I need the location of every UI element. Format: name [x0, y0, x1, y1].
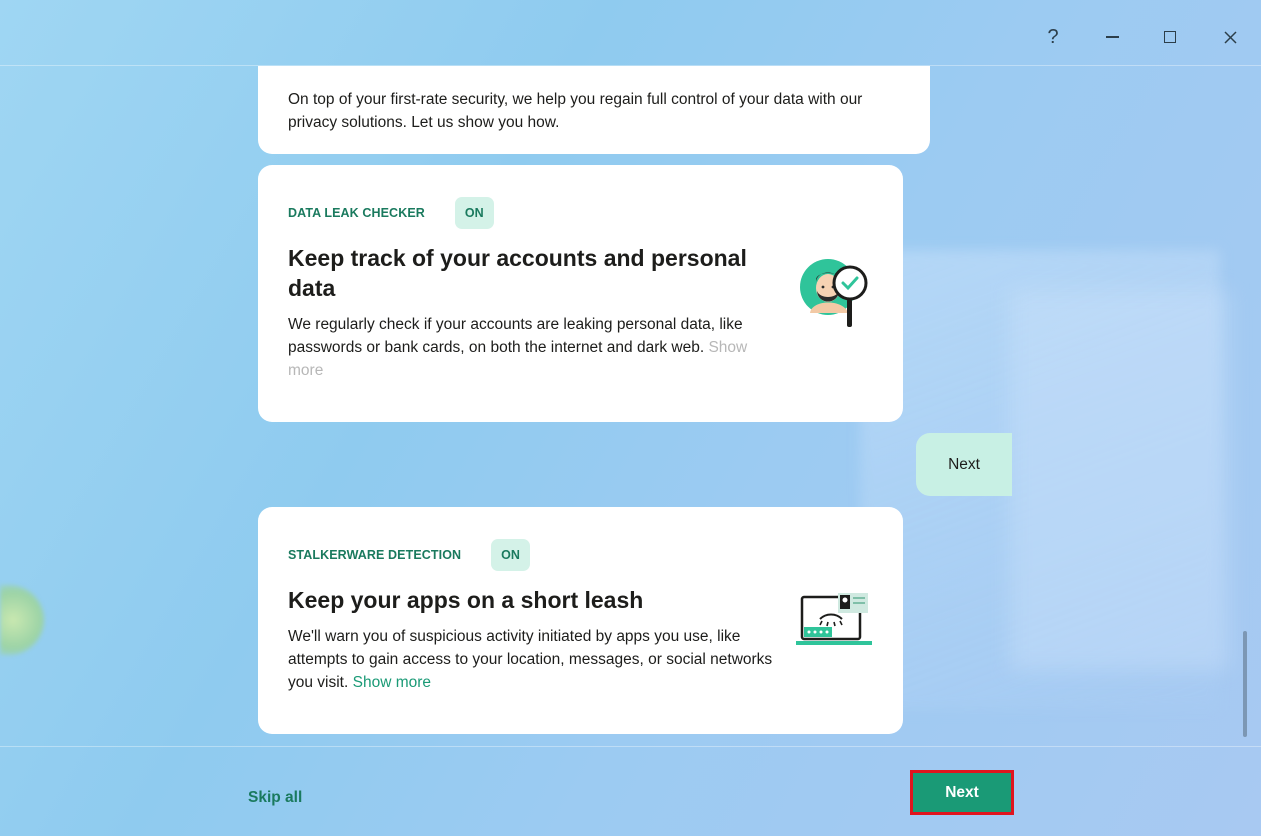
- help-icon: ?: [1047, 25, 1059, 48]
- show-more-link[interactable]: Show more: [353, 674, 431, 691]
- intro-text: On top of your first-rate security, we h…: [288, 91, 863, 131]
- footer-bar: Skip all Next: [0, 746, 1261, 836]
- minimize-button[interactable]: [1092, 22, 1132, 52]
- intro-message: On top of your first-rate security, we h…: [258, 66, 930, 154]
- card-title: Keep your apps on a short leash: [288, 587, 644, 613]
- feature-card-data-leak-checker: DATA LEAK CHECKER ON Keep track of your …: [258, 165, 903, 422]
- user-reply-bubble: Next: [916, 433, 1012, 496]
- person-magnifier-icon: [800, 259, 868, 327]
- background-blob: [0, 585, 44, 655]
- laptop-eye-icon: [796, 593, 872, 645]
- card-description: We regularly check if your accounts are …: [288, 313, 778, 382]
- background-window-glow: [1010, 290, 1230, 670]
- status-badge: ON: [491, 539, 530, 571]
- scrollbar-thumb[interactable]: [1243, 631, 1247, 737]
- close-icon: [1223, 30, 1237, 44]
- maximize-button[interactable]: [1150, 22, 1190, 52]
- close-button[interactable]: [1210, 22, 1250, 52]
- next-button[interactable]: Next: [910, 770, 1014, 815]
- feature-name: STALKERWARE DETECTION: [288, 548, 462, 562]
- title-bar: ?: [0, 0, 1261, 66]
- card-header: DATA LEAK CHECKER ON: [288, 197, 873, 229]
- card-description: We'll warn you of suspicious activity in…: [288, 625, 778, 694]
- skip-all-link[interactable]: Skip all: [248, 789, 302, 807]
- minimize-icon: [1105, 36, 1119, 38]
- reply-text: Next: [948, 455, 980, 473]
- help-button[interactable]: ?: [1033, 22, 1073, 52]
- feature-card-stalkerware-detection: STALKERWARE DETECTION ON Keep your apps …: [258, 507, 903, 734]
- card-title: Keep track of your accounts and personal…: [288, 245, 747, 301]
- maximize-icon: [1164, 31, 1176, 43]
- card-header: STALKERWARE DETECTION ON: [288, 539, 873, 571]
- status-badge: ON: [454, 197, 494, 229]
- feature-name: DATA LEAK CHECKER: [288, 206, 425, 220]
- description-text: We regularly check if your accounts are …: [288, 316, 743, 356]
